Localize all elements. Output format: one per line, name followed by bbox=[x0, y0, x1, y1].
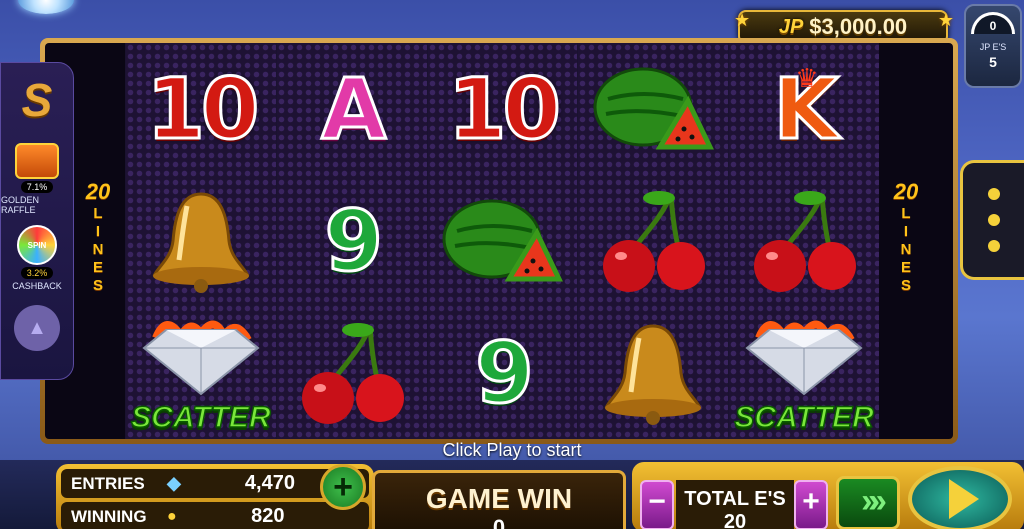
reel-frame: 20 LINES 20 LINES 10 SCATTER A 9 10 9 ♛ … bbox=[40, 38, 958, 444]
cashback-button[interactable]: SPIN 3.2% CASHBACK bbox=[12, 225, 62, 291]
jackpot-amount: $3,000.00 bbox=[809, 14, 908, 39]
jp-gauge-value: 0 bbox=[989, 19, 997, 33]
dragon-logo-icon: S bbox=[21, 74, 53, 126]
scatter-label: SCATTER bbox=[734, 400, 875, 435]
watermelon-icon bbox=[428, 175, 578, 307]
top-gem-icon bbox=[18, 0, 74, 14]
cherry-icon bbox=[578, 175, 728, 307]
symbol-ten: 10 bbox=[145, 59, 261, 160]
jp-gauge: 0 bbox=[971, 12, 1015, 34]
side-panel: S 7.1% GOLDEN RAFFLE SPIN 3.2% CASHBACK … bbox=[0, 62, 74, 380]
star-icon: ★ bbox=[937, 10, 954, 30]
bell-icon bbox=[126, 175, 276, 307]
paylines-count: 20 bbox=[893, 179, 919, 204]
bell-icon bbox=[578, 307, 728, 439]
symbol-ace: A bbox=[320, 59, 388, 160]
cashback-percent: 3.2% bbox=[20, 267, 54, 279]
plus-icon: + bbox=[333, 467, 353, 506]
scatter-diamond-icon: SCATTER bbox=[126, 307, 276, 439]
diamond-icon: ◆ bbox=[167, 473, 181, 493]
symbol-nine: 9 bbox=[323, 191, 385, 292]
paylines-word: LINES bbox=[900, 205, 912, 294]
fast-forward-button[interactable]: »» bbox=[836, 476, 900, 529]
scatter-label: SCATTER bbox=[130, 400, 271, 435]
reels: 10 SCATTER A 9 10 9 ♛ K SCATTER bbox=[125, 43, 879, 439]
paylines-right: 20 LINES bbox=[891, 179, 921, 295]
plus-icon: + bbox=[802, 485, 820, 518]
jp-es-label: JP E'S bbox=[979, 42, 1007, 52]
menu-button[interactable] bbox=[960, 160, 1024, 280]
chevron-up-icon: ▲ bbox=[27, 316, 47, 339]
symbol-nine: 9 bbox=[474, 323, 536, 424]
game-win-panel: GAME WIN 0 bbox=[372, 470, 626, 529]
bet-controls: − TOTAL E'S 20 + »» bbox=[632, 462, 1024, 529]
paylines-left: 20 LINES bbox=[83, 179, 113, 295]
fast-forward-icon: »» bbox=[861, 482, 887, 520]
reel-area: 20 LINES 20 LINES 10 SCATTER A 9 10 9 ♛ … bbox=[45, 43, 953, 439]
cherry-icon bbox=[277, 307, 427, 439]
cashback-label: CASHBACK bbox=[12, 281, 62, 291]
menu-dot-icon bbox=[987, 240, 1000, 252]
spin-wheel-icon: SPIN bbox=[16, 225, 57, 265]
golden-raffle-button[interactable]: 7.1% GOLDEN RAFFLE bbox=[1, 143, 73, 215]
symbol-ten: 10 bbox=[447, 59, 563, 160]
play-icon bbox=[949, 479, 979, 519]
treasure-chest-icon bbox=[15, 143, 59, 179]
scatter-diamond-icon: SCATTER bbox=[729, 307, 879, 439]
paylines-word: LINES bbox=[92, 205, 104, 294]
winning-value: 820 bbox=[251, 505, 285, 527]
watermelon-icon bbox=[578, 43, 728, 175]
coin-icon: ● bbox=[167, 507, 177, 525]
total-es-value: 20 bbox=[723, 511, 747, 529]
decrease-bet-button[interactable]: − bbox=[640, 480, 674, 529]
menu-dot-icon bbox=[987, 188, 1000, 200]
increase-bet-button[interactable]: + bbox=[794, 480, 828, 529]
menu-dot-icon bbox=[987, 214, 1000, 226]
jp-es-counter[interactable]: 0 JP E'S 5 bbox=[964, 4, 1022, 88]
add-entries-button[interactable]: + bbox=[320, 464, 366, 510]
collapse-up-button[interactable]: ▲ bbox=[14, 305, 60, 351]
reel-5: ♛ K SCATTER bbox=[728, 43, 879, 439]
golden-raffle-label: GOLDEN RAFFLE bbox=[1, 195, 40, 215]
jackpot-tag: JP bbox=[778, 15, 804, 38]
reel-1: 10 SCATTER bbox=[125, 43, 276, 439]
crown-icon: ♛ bbox=[795, 63, 819, 93]
reel-3: 10 9 bbox=[426, 43, 578, 439]
total-es-display: TOTAL E'S 20 bbox=[676, 480, 794, 529]
game-win-value: 0 bbox=[492, 515, 506, 529]
reel-4 bbox=[577, 43, 729, 439]
status-message: Click Play to start bbox=[442, 440, 582, 460]
star-icon: ★ bbox=[734, 10, 751, 30]
jp-es-value: 5 bbox=[989, 54, 997, 70]
cherry-icon bbox=[729, 175, 879, 307]
entries-label: ENTRIES bbox=[71, 473, 145, 493]
total-es-label: TOTAL E'S bbox=[684, 488, 786, 510]
reel-2: A 9 bbox=[275, 43, 427, 439]
game-win-label: GAME WIN bbox=[425, 483, 573, 514]
winning-label: WINNING bbox=[71, 506, 147, 526]
play-button[interactable] bbox=[908, 466, 1012, 529]
paylines-count: 20 bbox=[85, 179, 111, 204]
symbol-king: ♛ K bbox=[772, 59, 840, 160]
minus-icon: − bbox=[648, 485, 666, 518]
winning-row: WINNING ● 820 bbox=[61, 502, 369, 529]
golden-raffle-percent: 7.1% bbox=[20, 181, 54, 193]
